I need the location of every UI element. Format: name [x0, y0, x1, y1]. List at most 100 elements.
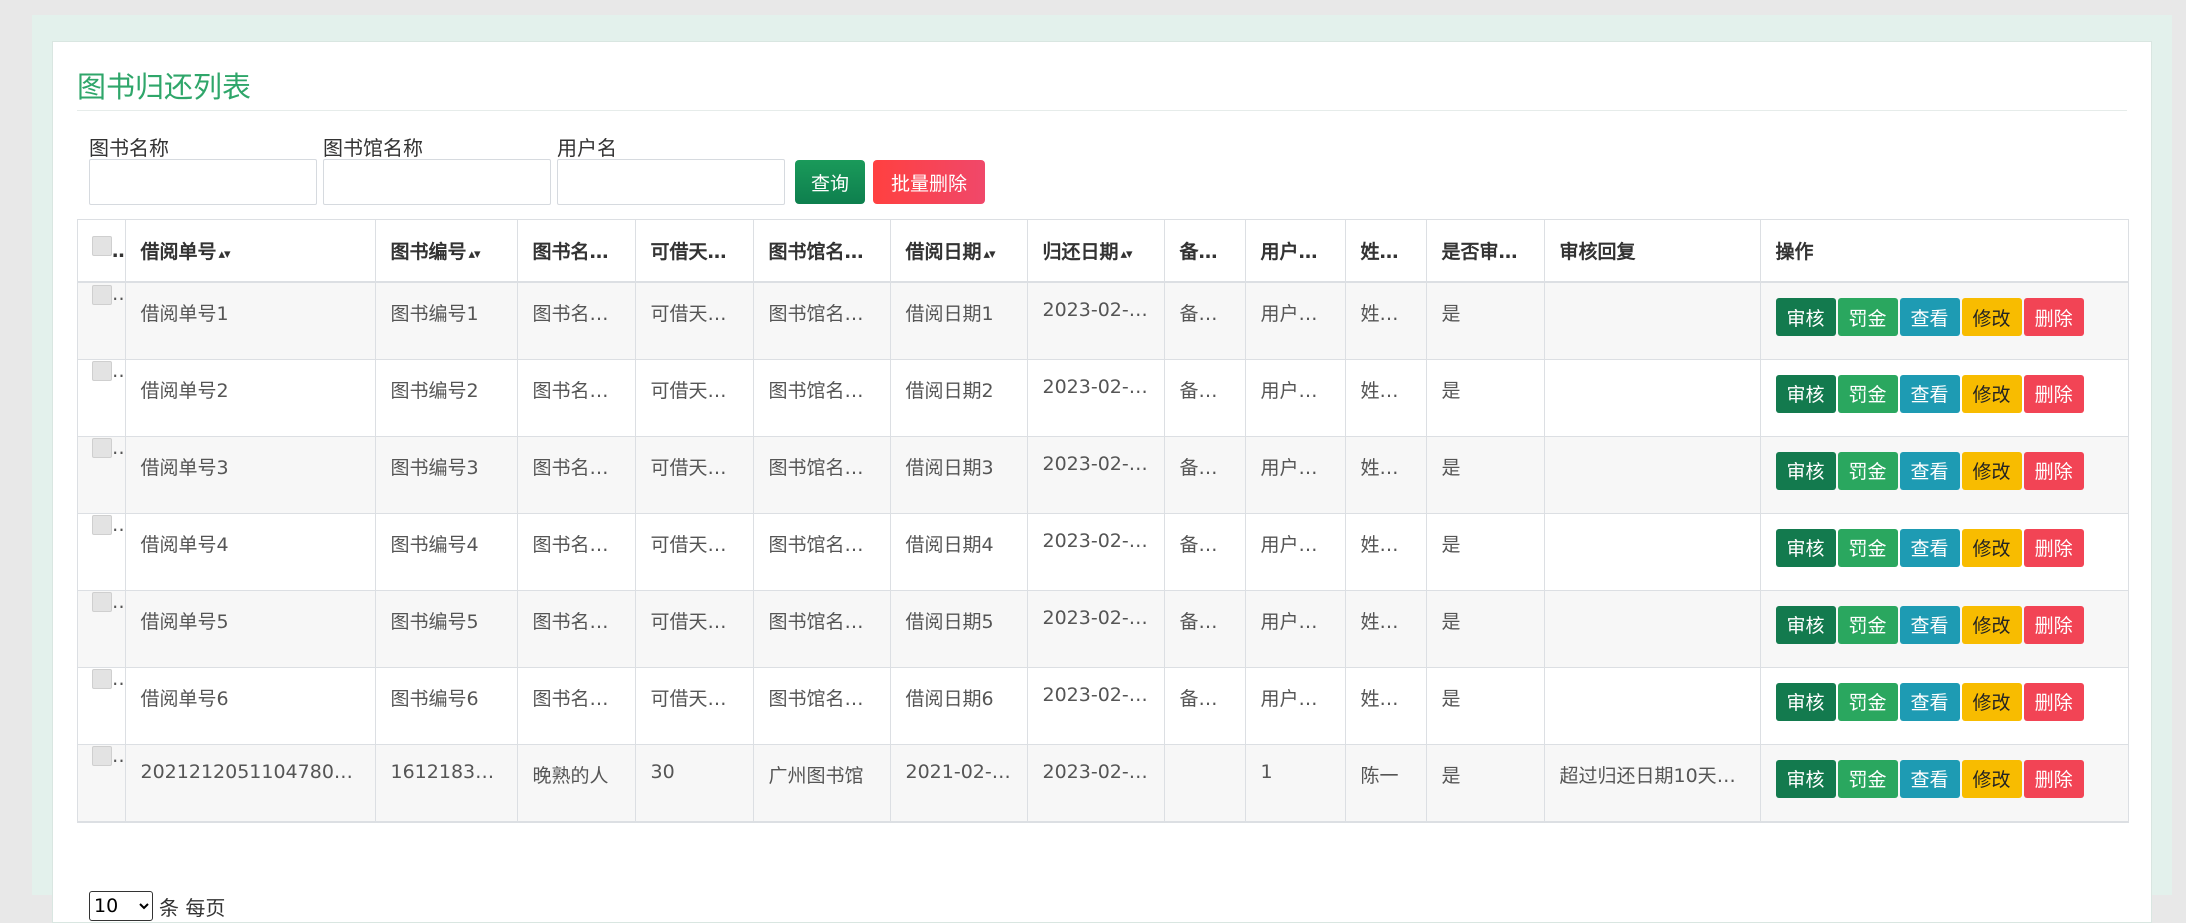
column-header[interactable]: 归还日期 ▴▾ — [1027, 220, 1165, 283]
username-input[interactable] — [557, 159, 785, 205]
sort-icon[interactable]: ▴▾ — [469, 247, 481, 262]
audit-button[interactable]: 审核 — [1775, 759, 1836, 798]
delete-button[interactable]: 删除 — [2023, 682, 2084, 721]
view-button[interactable]: 查看 — [1899, 759, 1960, 798]
row-checkbox[interactable] — [92, 438, 112, 458]
column-header[interactable]: 图书馆名称 ▴▾ — [753, 220, 891, 283]
table-cell: 备注2 — [1164, 359, 1246, 437]
table-cell: 图书馆名称6 — [753, 667, 891, 745]
audit-button[interactable]: 审核 — [1775, 605, 1836, 644]
row-checkbox[interactable] — [92, 284, 112, 305]
table-cell: 借阅日期6 — [890, 667, 1028, 745]
table-row: 借阅单号4 图书编号4 图书名称4 可借天数4 图书馆名称4 借阅日期4 2023-02-0… — [78, 513, 2128, 591]
table-cell: 用户名3 — [1245, 436, 1346, 514]
edit-button[interactable]: 修改 — [1961, 451, 2022, 490]
edit-button[interactable]: 修改 — [1961, 528, 2022, 567]
table-cell: 2023-02-01 — [1027, 436, 1165, 514]
edit-button[interactable]: 修改 — [1961, 374, 2022, 413]
view-button[interactable]: 查看 — [1899, 605, 1960, 644]
row-checkbox[interactable] — [92, 361, 112, 381]
sort-icon[interactable]: ▴▾ — [1520, 247, 1532, 262]
fine-button[interactable]: 罚金 — [1837, 451, 1898, 490]
view-button[interactable]: 查看 — [1899, 682, 1960, 721]
fine-button[interactable]: 罚金 — [1837, 682, 1898, 721]
column-header[interactable]: 借阅单号 ▴▾ — [125, 220, 376, 283]
row-actions-cell: 审核 罚金 查看 修改 删除 — [1760, 744, 2128, 822]
batch-delete-button[interactable]: 批量删除 — [873, 160, 985, 204]
column-header[interactable]: 姓名 ▴▾ — [1345, 220, 1427, 283]
library-name-input[interactable] — [323, 159, 551, 205]
sort-icon[interactable]: ▴▾ — [1220, 247, 1232, 262]
column-header[interactable]: 用户名 ▴▾ — [1245, 220, 1346, 283]
audit-button[interactable]: 审核 — [1775, 451, 1836, 490]
sort-icon[interactable]: ▴▾ — [611, 247, 623, 262]
query-button[interactable]: 查询 — [795, 160, 865, 204]
column-header[interactable]: 图书名称 ▴▾ — [517, 220, 636, 283]
sort-icon[interactable]: ▴▾ — [219, 247, 231, 262]
delete-button[interactable]: 删除 — [2023, 528, 2084, 567]
fine-button[interactable]: 罚金 — [1837, 759, 1898, 798]
page-size-suffix: 条 每页 — [159, 895, 226, 920]
audit-button[interactable]: 审核 — [1775, 298, 1836, 336]
table-cell: 可借天数6 — [635, 667, 754, 745]
fine-button[interactable]: 罚金 — [1837, 605, 1898, 644]
table-cell: 图书名称2 — [517, 359, 636, 437]
view-button[interactable]: 查看 — [1899, 528, 1960, 567]
column-header[interactable]: 可借天数 ▴▾ — [635, 220, 754, 283]
table-cell: 用户名5 — [1245, 590, 1346, 668]
table-cell: 借阅日期3 — [890, 436, 1028, 514]
table-cell: 图书编号3 — [375, 436, 518, 514]
sort-icon[interactable]: ▴▾ — [1121, 247, 1133, 262]
audit-button[interactable]: 审核 — [1775, 682, 1836, 721]
table-cell: 图书编号2 — [375, 359, 518, 437]
delete-button[interactable]: 删除 — [2023, 374, 2084, 413]
row-select-cell — [78, 667, 126, 745]
table-cell: 2023-02-01 — [1027, 590, 1165, 668]
sort-icon[interactable]: ▴▾ — [1320, 247, 1332, 262]
row-checkbox[interactable] — [92, 746, 112, 766]
delete-button[interactable]: 删除 — [2023, 298, 2084, 336]
edit-button[interactable]: 修改 — [1961, 605, 2022, 644]
row-actions-cell: 审核 罚金 查看 修改 删除 — [1760, 359, 2128, 437]
page-size-select[interactable]: 10 — [89, 891, 153, 921]
sort-icon[interactable]: ▴▾ — [1401, 247, 1413, 262]
delete-button[interactable]: 删除 — [2023, 605, 2084, 644]
audit-button[interactable]: 审核 — [1775, 528, 1836, 567]
fine-button[interactable]: 罚金 — [1837, 374, 1898, 413]
row-checkbox[interactable] — [92, 515, 112, 535]
fine-button[interactable]: 罚金 — [1837, 298, 1898, 336]
pagination: 10 条 每页 — [89, 891, 225, 921]
table-cell: 姓名2 — [1345, 359, 1427, 437]
delete-button[interactable]: 删除 — [2023, 759, 2084, 798]
row-checkbox[interactable] — [92, 669, 112, 689]
sort-icon[interactable]: ▴▾ — [984, 247, 996, 262]
column-header[interactable]: 是否审核 ▴▾ — [1426, 220, 1545, 283]
column-header[interactable]: 图书编号 ▴▾ — [375, 220, 518, 283]
table-cell: 是 — [1426, 436, 1545, 514]
delete-button[interactable]: 删除 — [2023, 451, 2084, 490]
view-button[interactable]: 查看 — [1899, 298, 1960, 336]
table-cell: 借阅日期2 — [890, 359, 1028, 437]
select-all-checkbox[interactable] — [92, 236, 112, 256]
table-cell: 2023-02-01 — [1027, 359, 1165, 437]
book-name-input[interactable] — [89, 159, 317, 205]
row-checkbox[interactable] — [92, 592, 112, 612]
sort-icon[interactable]: ▴▾ — [729, 247, 741, 262]
table-row: 借阅单号3 图书编号3 图书名称3 可借天数3 图书馆名称3 借阅日期3 2023-02-0… — [78, 436, 2128, 514]
table-cell: 图书名称3 — [517, 436, 636, 514]
column-header-label: 借阅单号 — [140, 241, 217, 263]
fine-button[interactable]: 罚金 — [1837, 528, 1898, 567]
table-cell: 图书名称4 — [517, 513, 636, 591]
view-button[interactable]: 查看 — [1899, 374, 1960, 413]
column-header[interactable]: 借阅日期 ▴▾ — [890, 220, 1028, 283]
sort-icon[interactable]: ▴▾ — [866, 247, 878, 262]
table-cell: 2023-02-01 — [1027, 282, 1165, 360]
edit-button[interactable]: 修改 — [1961, 682, 2022, 721]
column-header-label: 图书名称 — [532, 241, 609, 263]
view-button[interactable]: 查看 — [1899, 451, 1960, 490]
column-header[interactable]: 备注 ▴▾ — [1164, 220, 1246, 283]
edit-button[interactable]: 修改 — [1961, 759, 2022, 798]
table-row: 借阅单号5 图书编号5 图书名称5 可借天数5 图书馆名称5 借阅日期5 2023-02-0… — [78, 590, 2128, 668]
edit-button[interactable]: 修改 — [1961, 298, 2022, 336]
audit-button[interactable]: 审核 — [1775, 374, 1836, 413]
